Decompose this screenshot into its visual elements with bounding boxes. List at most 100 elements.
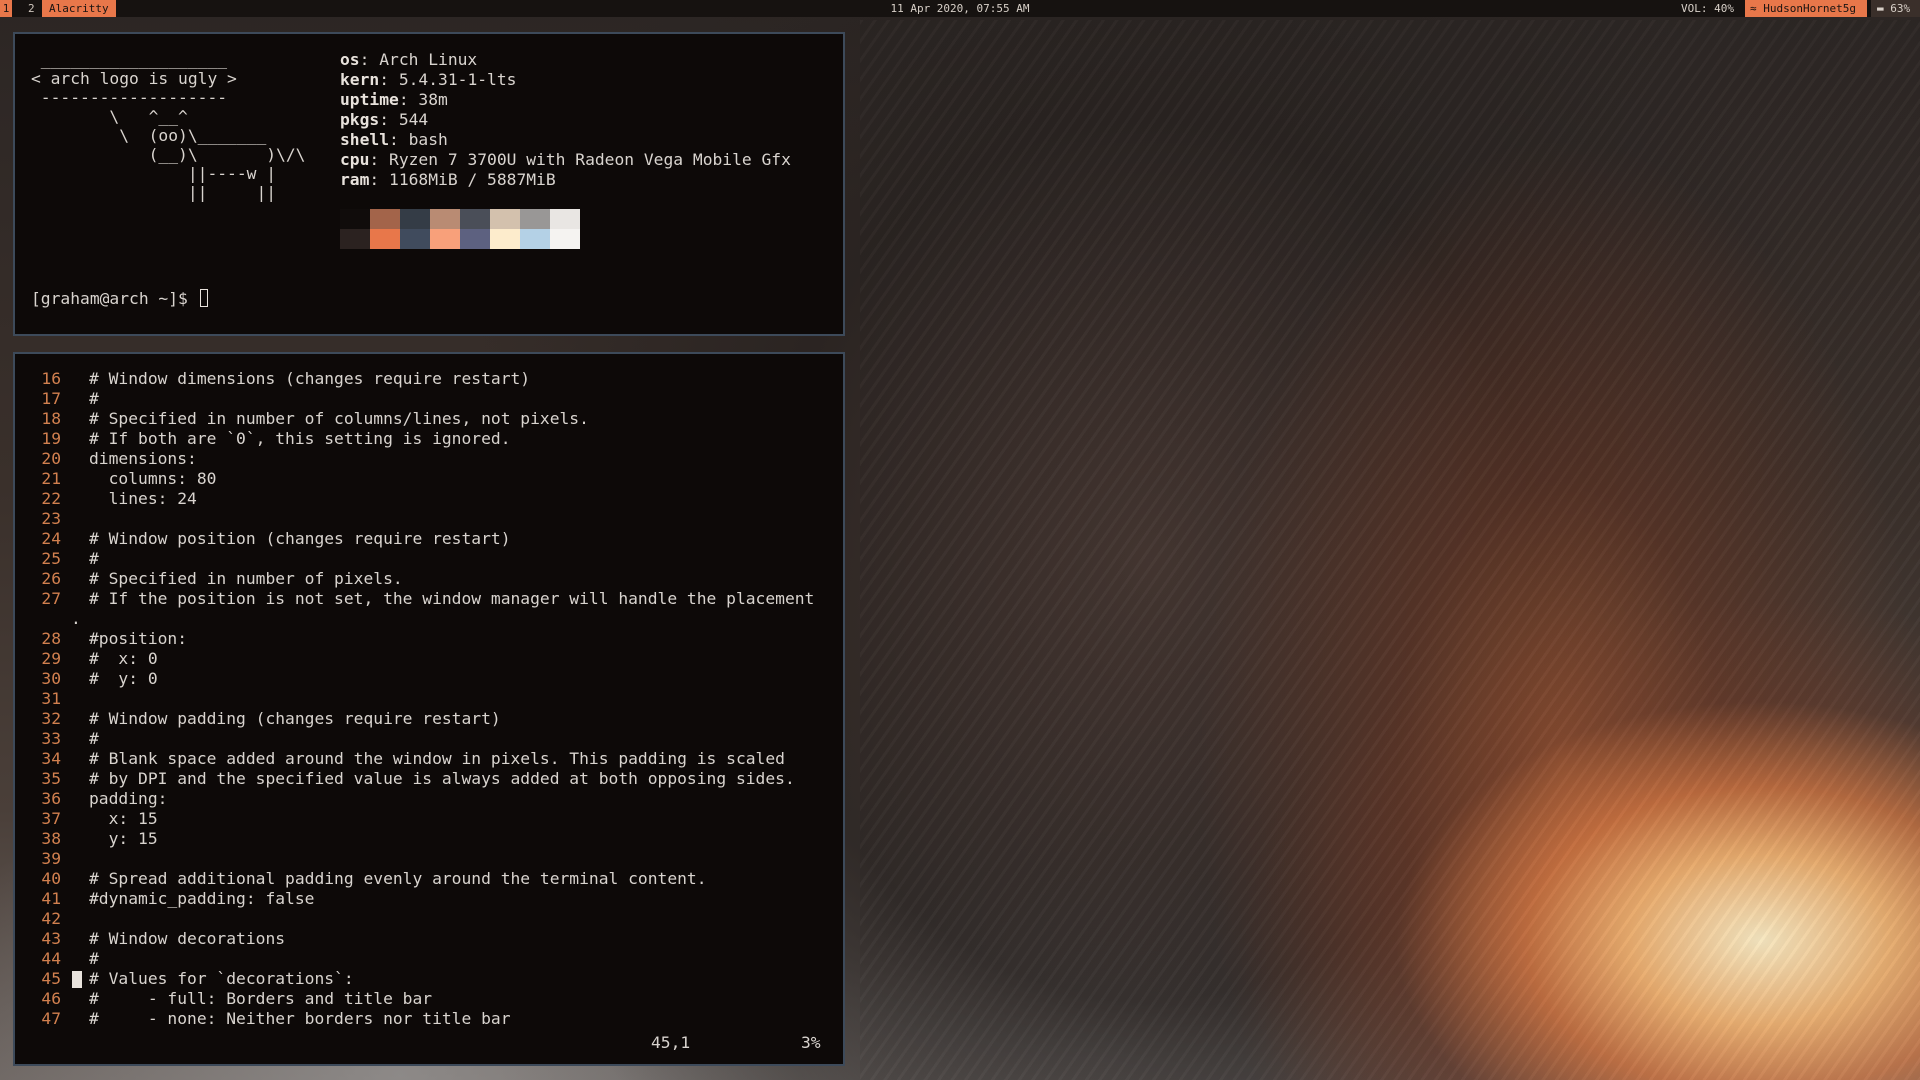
info-value: : bash <box>389 130 448 149</box>
line-text: # - none: Neither borders nor title bar <box>89 1009 511 1028</box>
color-swatch <box>400 229 430 249</box>
battery-icon: ▬ <box>1877 2 1884 15</box>
line-text: # Window padding (changes require restar… <box>89 709 501 728</box>
line-number: 26 <box>41 569 61 588</box>
line-text: # <box>89 389 99 408</box>
line-number: 29 <box>41 649 61 668</box>
editor-line[interactable]: 37 x: 15 <box>15 809 843 829</box>
info-value: : Arch Linux <box>359 50 478 69</box>
line-text: #position: <box>89 629 188 648</box>
editor-line[interactable]: 21 columns: 80 <box>15 469 843 489</box>
info-line: uptime: 38m <box>340 90 791 110</box>
info-line: kern: 5.4.31-1-lts <box>340 70 791 90</box>
info-line: os: Arch Linux <box>340 50 791 70</box>
editor-line[interactable]: 36 padding: <box>15 789 843 809</box>
color-swatch <box>430 229 460 249</box>
editor-line[interactable]: 44 # <box>15 949 843 969</box>
editor-buffer[interactable]: 16 # Window dimensions (changes require r… <box>15 369 843 1029</box>
editor-line[interactable]: 46 # - full: Borders and title bar <box>15 989 843 1009</box>
info-key: uptime <box>340 90 399 109</box>
line-number: 42 <box>41 909 61 928</box>
info-line: ram: 1168MiB / 5887MiB <box>340 170 791 190</box>
volume-indicator[interactable]: VOL: 40% <box>1681 0 1734 17</box>
line-text: # Specified in number of columns/lines, … <box>89 409 589 428</box>
editor-line[interactable]: 29 # x: 0 <box>15 649 843 669</box>
line-number: 37 <box>41 809 61 828</box>
editor-line[interactable]: 24 # Window position (changes require res… <box>15 529 843 549</box>
color-swatch <box>340 229 370 249</box>
line-number: 22 <box>41 489 61 508</box>
color-swatch <box>460 209 490 229</box>
editor-line[interactable]: 20 dimensions: <box>15 449 843 469</box>
editor-line[interactable]: 17 # <box>15 389 843 409</box>
line-number: 25 <box>41 549 61 568</box>
info-line: pkgs: 544 <box>340 110 791 130</box>
color-swatch <box>460 229 490 249</box>
info-line: shell: bash <box>340 130 791 150</box>
editor-line[interactable]: 34 # Blank space added around the window … <box>15 749 843 769</box>
line-number: 39 <box>41 849 61 868</box>
line-text: # x: 0 <box>89 649 158 668</box>
line-text: # Window dimensions (changes require res… <box>89 369 531 388</box>
info-value: : 38m <box>398 90 448 109</box>
cursor-position: 45,1 <box>651 1033 691 1052</box>
editor-line[interactable]: 35 # by DPI and the specified value is al… <box>15 769 843 789</box>
line-number: 33 <box>41 729 61 748</box>
terminal-window-fetch[interactable]: ___________________ < arch logo is ugly … <box>13 32 845 336</box>
line-number: 32 <box>41 709 61 728</box>
editor-line[interactable]: 38 y: 15 <box>15 829 843 849</box>
terminal-window-editor[interactable]: 16 # Window dimensions (changes require r… <box>13 352 845 1066</box>
editor-line[interactable]: 45 # Values for `decorations`: <box>15 969 843 989</box>
editor-line[interactable]: 31 <box>15 689 843 709</box>
line-text: # by DPI and the specified value is alwa… <box>89 769 795 788</box>
line-text: dimensions: <box>89 449 197 468</box>
line-number: 17 <box>41 389 61 408</box>
editor-line[interactable]: 19 # If both are `0`, this setting is ign… <box>15 429 843 449</box>
editor-line[interactable]: 33 # <box>15 729 843 749</box>
editor-line[interactable]: 25 # <box>15 549 843 569</box>
editor-line[interactable]: 30 # y: 0 <box>15 669 843 689</box>
editor-line[interactable]: . <box>15 609 843 629</box>
line-text: y: 15 <box>89 829 158 848</box>
editor-line[interactable]: 47 # - none: Neither borders nor title ba… <box>15 1009 843 1029</box>
editor-line[interactable]: 18 # Specified in number of columns/lines… <box>15 409 843 429</box>
color-swatch <box>550 209 580 229</box>
editor-line[interactable]: 27 # If the position is not set, the wind… <box>15 589 843 609</box>
system-info: os: Arch Linux kern: 5.4.31-1-lts uptime: … <box>340 50 791 190</box>
editor-line[interactable]: 40 # Spread additional padding evenly aro… <box>15 869 843 889</box>
info-key: ram <box>340 170 370 189</box>
editor-line[interactable]: 26 # Specified in number of pixels. <box>15 569 843 589</box>
color-swatch <box>520 229 550 249</box>
line-text: # If the position is not set, the window… <box>89 589 815 608</box>
editor-line[interactable]: 39 <box>15 849 843 869</box>
line-text: # Values for `decorations`: <box>89 969 354 988</box>
battery-level: 63% <box>1890 2 1911 15</box>
line-number: 31 <box>41 689 61 708</box>
line-number: 30 <box>41 669 61 688</box>
line-number: 28 <box>41 629 61 648</box>
battery-indicator: ▬ 63% <box>1871 0 1920 17</box>
shell-prompt[interactable]: [graham@arch ~]$ <box>31 289 208 309</box>
line-number: 16 <box>41 369 61 388</box>
editor-line[interactable]: 32 # Window padding (changes require rest… <box>15 709 843 729</box>
info-key: pkgs <box>340 110 380 129</box>
line-text: # <box>89 949 99 968</box>
editor-line[interactable]: 42 <box>15 909 843 929</box>
line-text: # Specified in number of pixels. <box>89 569 403 588</box>
editor-line[interactable]: 43 # Window decorations <box>15 929 843 949</box>
info-key: shell <box>340 130 390 149</box>
editor-line[interactable]: 23 <box>15 509 843 529</box>
color-palette <box>340 209 580 249</box>
editor-line[interactable]: 16 # Window dimensions (changes require r… <box>15 369 843 389</box>
color-swatch <box>370 229 400 249</box>
line-number: 38 <box>41 829 61 848</box>
color-swatch <box>340 209 370 229</box>
editor-line[interactable]: 22 lines: 24 <box>15 489 843 509</box>
line-text: # <box>89 549 99 568</box>
editor-line[interactable]: 41 #dynamic_padding: false <box>15 889 843 909</box>
editor-line[interactable]: 28 #position: <box>15 629 843 649</box>
line-number: 44 <box>41 949 61 968</box>
line-number: 35 <box>41 769 61 788</box>
line-number: 40 <box>41 869 61 888</box>
wifi-indicator[interactable]: ≈ HudsonHornet5g <box>1745 0 1867 17</box>
